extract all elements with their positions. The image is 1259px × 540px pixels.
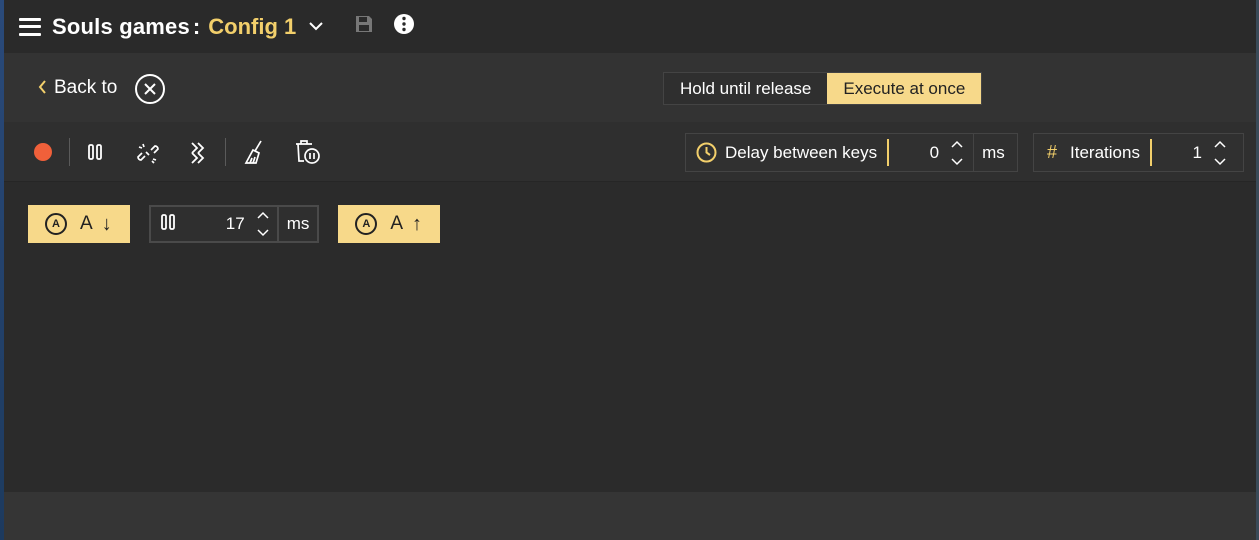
- back-label: Back to: [54, 77, 118, 98]
- key-label: A: [80, 213, 93, 234]
- iterations-spinner[interactable]: [1212, 140, 1228, 166]
- pause-icon[interactable]: [88, 144, 102, 160]
- bottom-strip: [4, 492, 1256, 540]
- execute-at-once-button[interactable]: Execute at once: [827, 73, 982, 104]
- arrow-down-icon: ↓: [101, 212, 112, 235]
- delay-chip[interactable]: 17 ms: [148, 205, 320, 243]
- title-bar: Souls games : Config 1: [4, 0, 1256, 53]
- app-title: Souls games: [52, 13, 190, 39]
- delay-chip-spinner[interactable]: [255, 211, 271, 237]
- iterations-value-input[interactable]: 1: [1152, 143, 1201, 163]
- delay-value-input[interactable]: 0: [889, 143, 939, 163]
- unlink-icon[interactable]: [137, 142, 159, 164]
- chevron-down-icon[interactable]: [308, 19, 324, 35]
- arrow-up-icon: ↑: [412, 212, 423, 235]
- back-button[interactable]: Back to: [38, 77, 117, 99]
- key-down-chip[interactable]: A A ↓: [28, 205, 130, 243]
- key-a-circle-icon: A: [45, 213, 67, 235]
- key-up-chip[interactable]: A A ↑: [338, 205, 441, 243]
- chain-icon[interactable]: [188, 141, 208, 165]
- navigation-bar: Back to Hold until release Execute at on…: [4, 53, 1256, 122]
- delete-pause-icon[interactable]: [294, 139, 322, 165]
- chevron-left-icon: [38, 78, 47, 99]
- iterations-label: Iterations: [1070, 142, 1140, 162]
- iterations-field: # Iterations 1: [1033, 133, 1244, 172]
- clock-icon: [696, 142, 717, 163]
- close-circle-icon[interactable]: [135, 74, 165, 104]
- config-name[interactable]: Config 1: [208, 14, 296, 40]
- save-icon[interactable]: [354, 14, 374, 39]
- hold-until-release-button[interactable]: Hold until release: [664, 73, 828, 104]
- key-label: A: [390, 213, 404, 234]
- menu-icon[interactable]: [19, 17, 41, 36]
- delay-unit: ms: [973, 134, 1013, 171]
- key-a-circle-icon: A: [355, 213, 378, 235]
- delay-between-keys-label: Delay between keys: [725, 142, 878, 162]
- hash-icon: #: [1047, 142, 1058, 162]
- toolbar-divider: [69, 138, 70, 166]
- brush-icon[interactable]: [244, 139, 266, 165]
- delay-between-keys-field: Delay between keys 0 ms: [685, 133, 1018, 172]
- record-icon[interactable]: [34, 143, 52, 161]
- pause-icon: [160, 213, 175, 235]
- title-colon: :: [192, 13, 201, 39]
- macro-toolbar: Delay between keys 0 ms # Iterations 1: [4, 122, 1256, 182]
- delay-chip-unit: ms: [276, 207, 318, 241]
- delay-spinner[interactable]: [949, 140, 965, 166]
- execution-mode-toggle: Hold until release Execute at once: [663, 72, 983, 105]
- toolbar-divider: [225, 138, 226, 166]
- macro-sequence: A A ↓ 17 ms A A ↑: [28, 205, 441, 243]
- info-icon[interactable]: [393, 13, 415, 40]
- delay-chip-value-input[interactable]: 17: [175, 214, 245, 234]
